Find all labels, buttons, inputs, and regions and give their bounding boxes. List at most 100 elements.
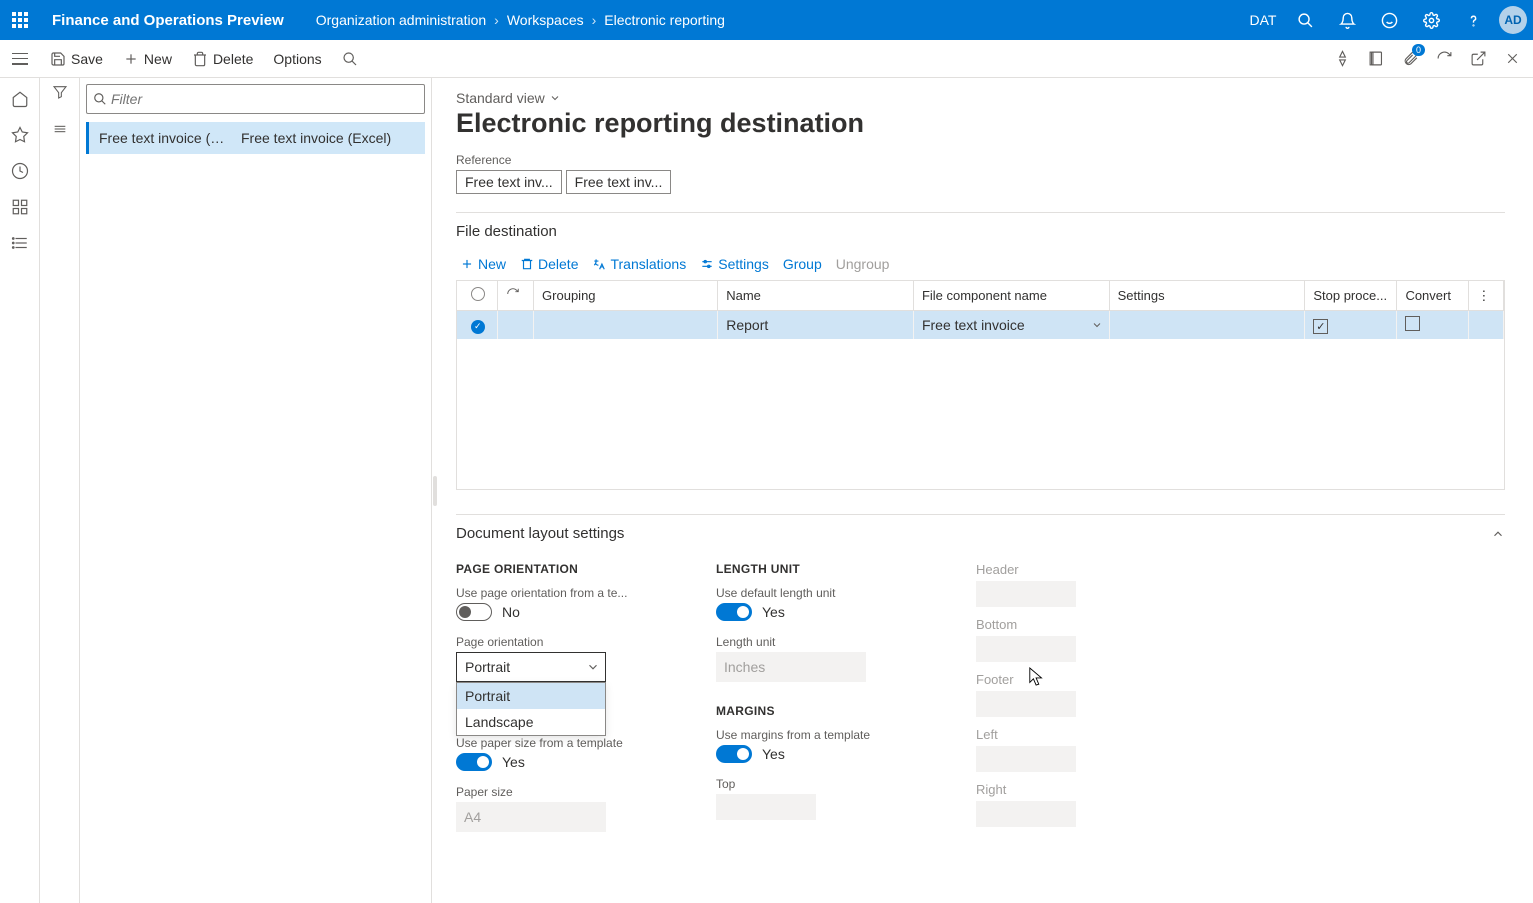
header-margin-field	[976, 581, 1076, 607]
close-icon[interactable]	[1495, 40, 1529, 78]
reference-chip[interactable]: Free text inv...	[456, 170, 562, 194]
footer-margin-label: Footer	[976, 672, 1136, 687]
delete-label: Delete	[213, 51, 253, 67]
file-destination-header[interactable]: File destination	[456, 212, 1505, 250]
list-item-col2: Free text invoice (Excel)	[241, 130, 415, 146]
use-orientation-toggle[interactable]	[456, 603, 492, 621]
funnel-icon[interactable]	[52, 84, 68, 103]
right-margin-field	[976, 801, 1076, 827]
popout-icon[interactable]	[1461, 40, 1495, 78]
search-icon[interactable]	[1285, 0, 1325, 40]
bottom-margin-label: Bottom	[976, 617, 1136, 632]
paper-size-field: A4	[456, 802, 606, 832]
grid-toolbar: New Delete Translations Settings Group U…	[456, 250, 1505, 278]
col-settings[interactable]: Settings	[1109, 281, 1305, 311]
refresh-icon[interactable]	[1427, 40, 1461, 78]
col-grouping[interactable]: Grouping	[534, 281, 718, 311]
cell-file-component[interactable]: Free text invoice	[913, 311, 1109, 340]
grid-new-button[interactable]: New	[460, 256, 506, 272]
breadcrumb-item[interactable]: Workspaces	[507, 12, 584, 28]
col-stop[interactable]: Stop proce...	[1305, 281, 1397, 311]
header-margin-label: Header	[976, 562, 1136, 577]
delete-button[interactable]: Delete	[182, 40, 263, 78]
new-button[interactable]: New	[113, 40, 182, 78]
view-selector[interactable]: Standard view	[456, 90, 1505, 106]
more-columns-icon[interactable]: ⋮	[1477, 288, 1490, 303]
layout-settings-header[interactable]: Document layout settings	[456, 514, 1505, 552]
use-paper-size-toggle[interactable]	[456, 753, 492, 771]
avatar[interactable]: AD	[1499, 6, 1527, 34]
margins-heading: MARGINS	[716, 704, 936, 718]
star-icon[interactable]	[1, 120, 39, 150]
list-item[interactable]: Free text invoice (Exc... Free text invo…	[86, 122, 425, 154]
actionbar-search-icon[interactable]	[332, 40, 368, 78]
personalize-icon[interactable]	[1325, 40, 1359, 78]
stop-checkbox[interactable]: ✓	[1313, 319, 1328, 334]
smiley-icon[interactable]	[1369, 0, 1409, 40]
length-unit-heading: LENGTH UNIT	[716, 562, 936, 576]
filter-input[interactable]	[86, 84, 425, 114]
use-paper-size-label: Use paper size from a template	[456, 736, 676, 750]
top-margin-field	[716, 794, 816, 820]
breadcrumb-item[interactable]: Electronic reporting	[604, 12, 725, 28]
dropdown-option-landscape[interactable]: Landscape	[457, 709, 605, 735]
chevron-up-icon	[1491, 527, 1505, 541]
convert-checkbox[interactable]	[1405, 316, 1420, 331]
grid-translations-button[interactable]: Translations	[592, 256, 686, 272]
filter-text[interactable]	[111, 91, 418, 107]
toggle-value: Yes	[762, 604, 785, 620]
col-convert[interactable]: Convert	[1397, 281, 1469, 311]
length-unit-field: Inches	[716, 652, 866, 682]
use-margins-toggle[interactable]	[716, 745, 752, 763]
list-lines-icon[interactable]	[52, 121, 68, 140]
table-row[interactable]: Report Free text invoice ✓	[457, 311, 1504, 340]
left-margin-field	[976, 746, 1076, 772]
use-orientation-template-label: Use page orientation from a te...	[456, 586, 676, 600]
breadcrumb-item[interactable]: Organization administration	[316, 12, 486, 28]
attachments-icon[interactable]: 0	[1393, 40, 1427, 78]
company-code[interactable]: DAT	[1243, 0, 1283, 40]
app-launcher-icon[interactable]	[0, 0, 40, 40]
save-button[interactable]: Save	[40, 40, 113, 78]
bottom-margin-field	[976, 636, 1076, 662]
modules-icon[interactable]	[1, 228, 39, 258]
toggle-value: Yes	[762, 746, 785, 762]
col-file-component[interactable]: File component name	[913, 281, 1109, 311]
clock-icon[interactable]	[1, 156, 39, 186]
file-destination-grid[interactable]: Grouping Name File component name Settin…	[456, 280, 1505, 490]
select-all-icon[interactable]	[471, 287, 485, 301]
grid-delete-button[interactable]: Delete	[520, 256, 578, 272]
menu-icon[interactable]	[0, 40, 40, 78]
help-icon[interactable]	[1453, 0, 1493, 40]
grid-settings-button[interactable]: Settings	[700, 256, 769, 272]
paper-size-label: Paper size	[456, 785, 676, 799]
new-label: New	[144, 51, 172, 67]
refresh-col-icon[interactable]	[506, 287, 520, 301]
action-bar: Save New Delete Options 0	[0, 40, 1533, 78]
reference-chip[interactable]: Free text inv...	[566, 170, 672, 194]
use-default-length-toggle[interactable]	[716, 603, 752, 621]
options-button[interactable]: Options	[263, 40, 331, 78]
right-margin-label: Right	[976, 782, 1136, 797]
col-name[interactable]: Name	[718, 281, 914, 311]
cell-name[interactable]: Report	[718, 311, 914, 340]
workspace-icon[interactable]	[1, 192, 39, 222]
main-content: Free text invoice (Exc... Free text invo…	[0, 78, 1533, 903]
grid-group-button[interactable]: Group	[783, 256, 822, 272]
home-icon[interactable]	[1, 84, 39, 114]
top-label: Top	[716, 777, 936, 791]
gear-icon[interactable]	[1411, 0, 1451, 40]
toggle-value: Yes	[502, 754, 525, 770]
use-default-length-label: Use default length unit	[716, 586, 936, 600]
dropdown-option-portrait[interactable]: Portrait	[457, 683, 605, 709]
page-orientation-dropdown[interactable]: Portrait Landscape	[456, 682, 606, 736]
save-label: Save	[71, 51, 103, 67]
page-options-icon[interactable]	[1359, 40, 1393, 78]
bell-icon[interactable]	[1327, 0, 1367, 40]
chevron-down-icon	[586, 660, 600, 674]
page-orientation-label: Page orientation	[456, 635, 676, 649]
reference-label: Reference	[456, 153, 1505, 167]
page-orientation-select[interactable]: Portrait	[456, 652, 606, 682]
list-item-col1: Free text invoice (Exc...	[99, 130, 233, 146]
row-selected-icon[interactable]	[471, 320, 485, 334]
